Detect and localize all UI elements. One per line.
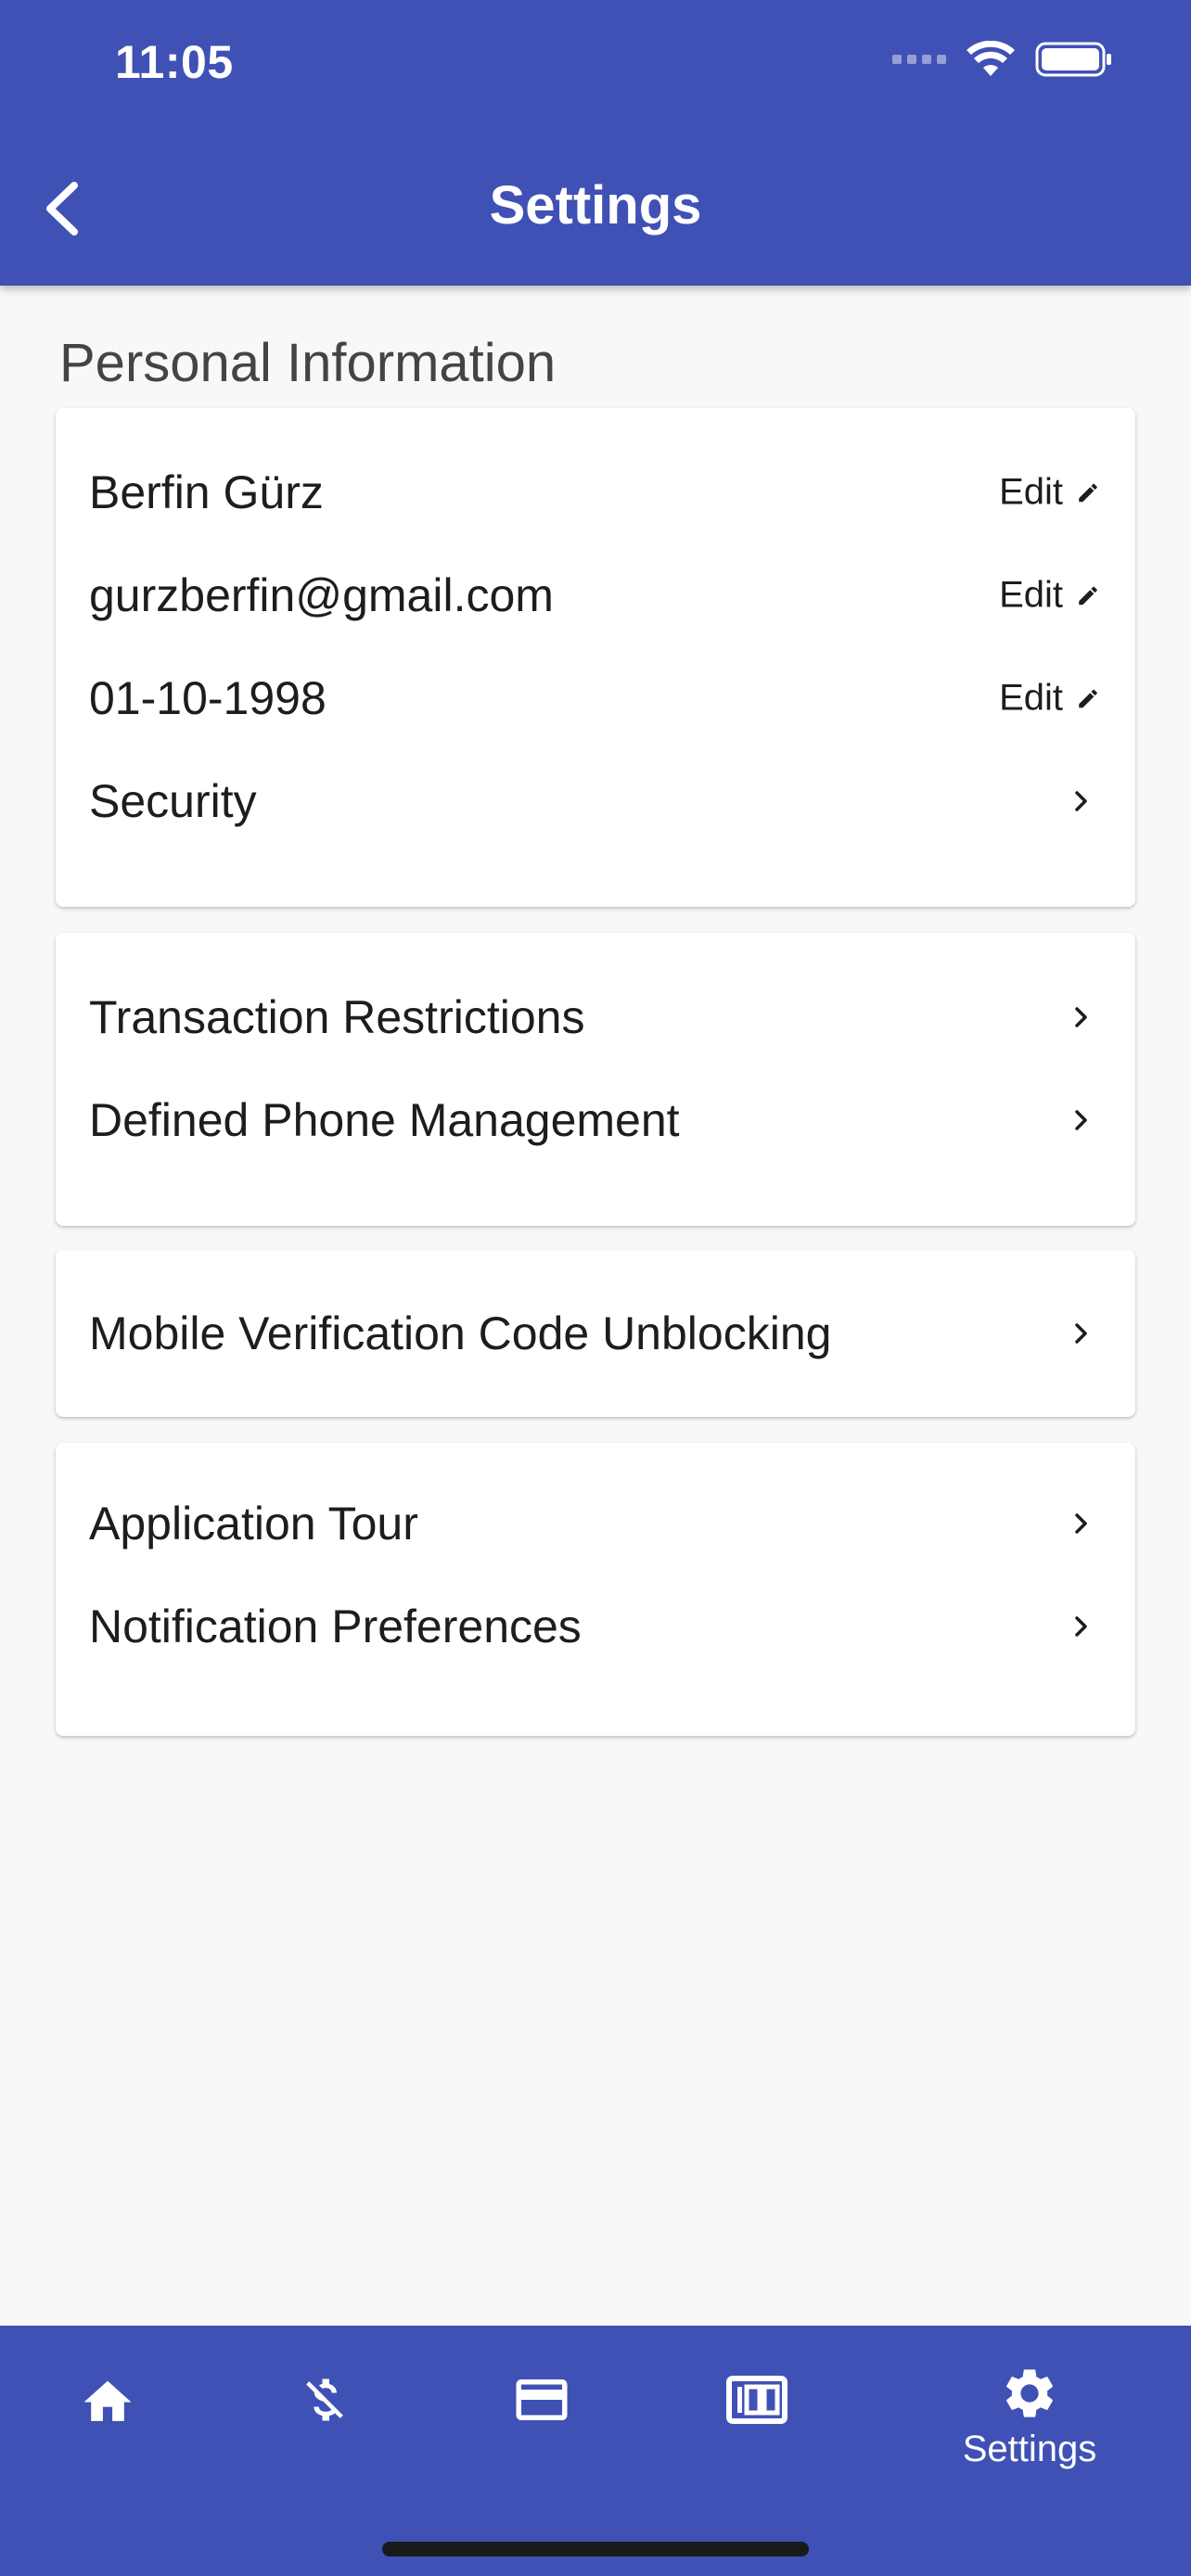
notification-preferences-row[interactable]: Notification Preferences	[56, 1575, 1135, 1677]
counter-icon	[726, 2376, 788, 2424]
app-preferences-card: Application Tour Notification Preference…	[56, 1443, 1135, 1736]
chevron-right-icon	[1075, 1007, 1087, 1027]
email-row: gurzberfin@gmail.com Edit	[56, 544, 1135, 646]
nav-counter[interactable]	[711, 2326, 803, 2474]
application-tour-row[interactable]: Application Tour	[56, 1473, 1135, 1575]
defined-phone-management-label: Defined Phone Management	[89, 1094, 680, 1146]
home-icon	[83, 2380, 132, 2421]
money-off-icon	[306, 2378, 343, 2421]
chevron-right-icon	[1075, 1110, 1087, 1130]
chevron-right-icon	[1075, 1323, 1087, 1344]
application-tour-label: Application Tour	[89, 1498, 418, 1549]
nav-settings-label: Settings	[962, 2428, 1097, 2469]
pencil-icon	[1079, 689, 1097, 708]
edit-birthdate-button[interactable]: Edit	[999, 678, 1100, 720]
verification-unblocking-row[interactable]: Mobile Verification Code Unblocking	[56, 1282, 1135, 1384]
battery-icon	[1035, 42, 1111, 77]
status-icons	[892, 41, 1113, 78]
edit-label: Edit	[999, 574, 1063, 616]
verification-unblocking-label: Mobile Verification Code Unblocking	[89, 1307, 832, 1359]
transaction-restrictions-label: Transaction Restrictions	[89, 991, 585, 1043]
page-title: Settings	[489, 175, 702, 236]
personal-info-card: Berfin Gürz Edit gurzberfin@gmail.com Ed…	[56, 408, 1135, 907]
edit-email-button[interactable]: Edit	[999, 575, 1100, 617]
edit-name-button[interactable]: Edit	[999, 472, 1100, 514]
status-time: 11:05	[115, 36, 234, 88]
birthdate-value: 01-10-1998	[89, 672, 327, 724]
birthdate-row: 01-10-1998 Edit	[56, 647, 1135, 749]
nav-home[interactable]	[61, 2326, 154, 2474]
nav-money[interactable]	[278, 2326, 371, 2474]
email-value: gurzberfin@gmail.com	[89, 569, 554, 621]
edit-label: Edit	[999, 677, 1063, 719]
defined-phone-management-row[interactable]: Defined Phone Management	[56, 1069, 1135, 1171]
chevron-right-icon	[1075, 791, 1087, 811]
edit-label: Edit	[999, 471, 1063, 513]
gear-icon	[1006, 2368, 1053, 2417]
home-indicator	[382, 2542, 809, 2557]
transaction-restrictions-row[interactable]: Transaction Restrictions	[56, 966, 1135, 1068]
nav-cards[interactable]	[495, 2326, 588, 2474]
section-title-personal: Personal Information	[59, 333, 557, 393]
name-value: Berfin Gürz	[89, 466, 324, 518]
nav-settings[interactable]: Settings	[937, 2342, 1122, 2491]
wifi-icon	[967, 41, 1015, 76]
name-row: Berfin Gürz Edit	[56, 441, 1135, 543]
restrictions-card: Transaction Restrictions Defined Phone M…	[56, 933, 1135, 1226]
credit-card-icon	[516, 2379, 568, 2420]
signal-icon	[892, 55, 946, 64]
pencil-icon	[1079, 483, 1097, 502]
security-row[interactable]: Security	[56, 750, 1135, 852]
pencil-icon	[1079, 586, 1097, 605]
security-label: Security	[89, 775, 257, 827]
bottom-navigation: Settings	[0, 2326, 1191, 2576]
chevron-right-icon	[1075, 1513, 1087, 1534]
verification-card: Mobile Verification Code Unblocking	[56, 1250, 1135, 1417]
app-bar: 11:05 Settings	[0, 0, 1191, 286]
chevron-right-icon	[1075, 1616, 1087, 1637]
notification-preferences-label: Notification Preferences	[89, 1600, 582, 1652]
